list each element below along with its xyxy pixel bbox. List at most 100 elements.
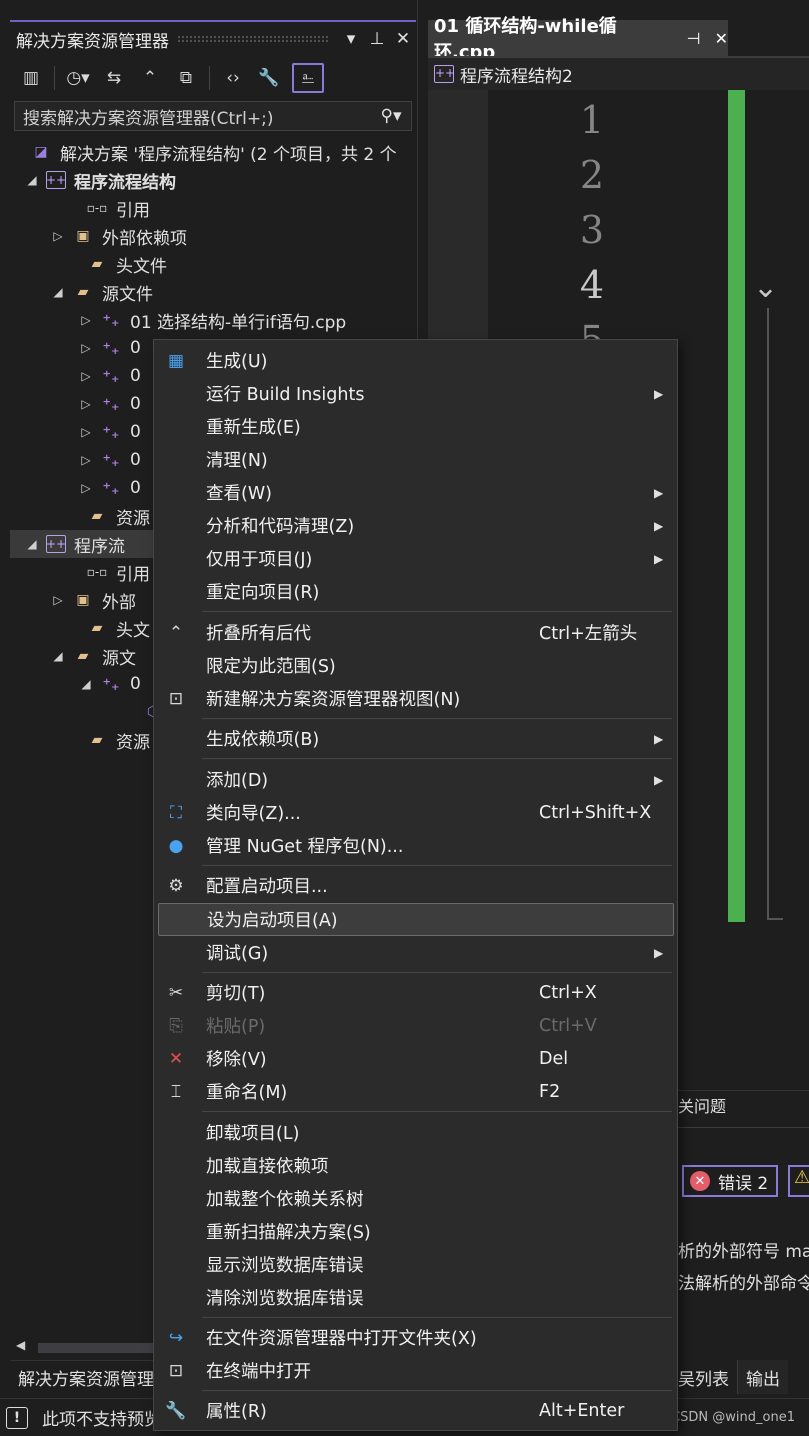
pin-icon[interactable]: ⊣ — [687, 29, 701, 48]
editor-tab[interactable]: 01 循环结构-while循环.cpp ⊣ ✕ — [428, 16, 728, 63]
nuget-icon: ● — [168, 835, 184, 856]
menu-item-project-only[interactable]: 仅用于项目(J) ▶ — [154, 542, 677, 575]
collapsed-arrow-icon[interactable]: ▷ — [78, 425, 94, 439]
search-icon[interactable]: ⚲▾ — [371, 106, 411, 126]
titlebar-grip[interactable] — [177, 35, 330, 43]
menu-item-build-dependencies[interactable]: 生成依赖项(B) ▶ — [154, 722, 677, 755]
bottom-tool-tabs: 吴列表 输出 — [678, 1360, 809, 1394]
switch-views-icon[interactable]: ▥ — [18, 63, 44, 93]
menu-item-load-direct-deps[interactable]: 加载直接依赖项 — [154, 1149, 677, 1182]
toolbar-separator — [209, 66, 210, 90]
pin-icon[interactable]: ⊥ — [364, 29, 390, 49]
collapsed-arrow-icon[interactable]: ▷ — [78, 369, 94, 383]
collapsed-arrow-icon[interactable]: ▷ — [78, 341, 94, 355]
tab-solution-explorer[interactable]: 解决方案资源管理 — [18, 1365, 154, 1390]
references-icon: ▫-▫ — [86, 201, 108, 215]
tree-item-label: 引用 — [116, 200, 150, 221]
menu-item-nuget[interactable]: ● 管理 NuGet 程序包(N)... — [154, 829, 677, 862]
collapsed-arrow-icon[interactable]: ▷ — [50, 229, 66, 243]
tree-item[interactable]: ▷ ▣ 外部依赖项 — [10, 222, 416, 250]
collapse-all-icon[interactable]: ⌃ — [137, 63, 163, 93]
tree-item-label: 0 — [130, 422, 141, 442]
menu-item-load-dep-tree[interactable]: 加载整个依赖关系树 — [154, 1182, 677, 1215]
menu-item-rename[interactable]: ⌶ 重命名(M) F2 — [154, 1075, 677, 1108]
menu-item-retarget[interactable]: 重定向项目(R) — [154, 575, 677, 608]
tab-output[interactable]: 输出 — [737, 1360, 788, 1394]
sync-icon[interactable]: ⇆ — [101, 63, 127, 93]
close-icon[interactable]: ✕ — [715, 29, 728, 48]
tree-item[interactable]: ▷ ⁺₊ 01 选择结构-单行if语句.cpp — [10, 306, 416, 334]
shortcut-label: Ctrl+左箭头 — [539, 624, 638, 644]
menu-separator — [202, 1317, 672, 1318]
cpp-project-icon: ++ — [45, 535, 67, 553]
expanded-arrow-icon[interactable]: ◢ — [78, 677, 94, 691]
menu-item-configure-startup[interactable]: ⚙ 配置启动项目... — [154, 869, 677, 902]
navigation-scope[interactable]: 程序流程结构2 — [460, 62, 573, 87]
menu-item-scope-to-this[interactable]: 限定为此范围(S) — [154, 649, 677, 682]
menu-item-open-in-explorer[interactable]: ↪ 在文件资源管理器中打开文件夹(X) — [154, 1321, 677, 1354]
tree-item[interactable]: ◢ ▰ 源文件 — [10, 278, 416, 306]
tree-item[interactable]: ▫-▫ 引用 — [10, 194, 416, 222]
menu-item-remove[interactable]: ✕ 移除(V) Del — [154, 1042, 677, 1075]
tree-project-node[interactable]: ◢ ++ 程序流程结构 — [10, 166, 416, 194]
code-view-icon[interactable]: ‹› — [220, 63, 246, 93]
dropdown-icon[interactable]: ▾ — [338, 29, 364, 49]
expanded-arrow-icon[interactable]: ◢ — [50, 649, 66, 663]
solution-explorer-search[interactable]: 搜索解决方案资源管理器(Ctrl+;) ⚲▾ — [14, 101, 412, 131]
fold-chevron-icon[interactable]: ⌄ — [753, 270, 778, 305]
menu-separator — [202, 1390, 672, 1391]
menu-item-open-in-terminal[interactable]: ⊡ 在终端中打开 — [154, 1354, 677, 1387]
error-row[interactable]: 法解析的外部命令 — [678, 1269, 809, 1294]
pending-changes-filter-icon[interactable]: ◷▾ — [65, 63, 91, 93]
menu-item-view[interactable]: 查看(W) ▶ — [154, 476, 677, 509]
scroll-left-icon[interactable]: ◀ — [16, 1338, 25, 1352]
collapsed-arrow-icon[interactable]: ▷ — [78, 313, 94, 327]
menu-item-set-startup-project[interactable]: 设为启动项目(A) — [158, 903, 674, 936]
menu-item-clear-browse-db-errors[interactable]: 清除浏览数据库错误 — [154, 1281, 677, 1314]
menu-item-collapse-all[interactable]: ⌃ 折叠所有后代 Ctrl+左箭头 — [154, 616, 677, 649]
copy-icon[interactable]: ⧉ — [173, 63, 199, 93]
menu-item-analyze[interactable]: 分析和代码清理(Z) ▶ — [154, 509, 677, 542]
menu-item-properties[interactable]: 🔧 属性(R) Alt+Enter — [154, 1394, 677, 1427]
error-row[interactable]: 析的外部符号 ma — [678, 1237, 809, 1262]
scissors-icon: ✂ — [168, 982, 184, 1003]
tree-solution-node[interactable]: ◪ 解决方案 '程序流程结构' (2 个项目，共 2 个 — [10, 138, 416, 166]
menu-item-class-wizard[interactable]: ⛶ 类向导(Z)... Ctrl+Shift+X — [154, 796, 677, 829]
menu-item-debug[interactable]: 调试(G) ▶ — [154, 936, 677, 969]
tab-error-list[interactable]: 吴列表 — [678, 1365, 729, 1390]
collapsed-arrow-icon[interactable]: ▷ — [78, 481, 94, 495]
menu-item-clean[interactable]: 清理(N) — [154, 443, 677, 476]
tree-item-label: 0 — [130, 674, 141, 694]
cpp-file-icon: ⁺₊ — [102, 422, 120, 442]
notification-icon[interactable]: ! — [6, 1406, 28, 1429]
error-filter-button[interactable]: ✕ 错误 2 — [682, 1165, 778, 1197]
menu-item-new-view[interactable]: ⊡ 新建解决方案资源管理器视图(N) — [154, 682, 677, 715]
expanded-arrow-icon[interactable]: ◢ — [24, 537, 40, 551]
preview-selected-icon[interactable]: ⎁ — [292, 63, 324, 93]
menu-item-add[interactable]: 添加(D) ▶ — [154, 763, 677, 796]
expanded-arrow-icon[interactable]: ◢ — [50, 285, 66, 299]
menu-item-paste[interactable]: ⎘ 粘贴(P) Ctrl+V — [154, 1009, 677, 1042]
menu-item-rescan-solution[interactable]: 重新扫描解决方案(S) — [154, 1215, 677, 1248]
properties-icon[interactable]: 🔧 — [256, 63, 282, 93]
collapsed-arrow-icon[interactable]: ▷ — [50, 593, 66, 607]
menu-item-cut[interactable]: ✂ 剪切(T) Ctrl+X — [154, 976, 677, 1009]
menu-item-rebuild[interactable]: 重新生成(E) — [154, 410, 677, 443]
tree-item-label: 程序流 — [74, 536, 125, 557]
menu-item-build[interactable]: ▦ 生成(U) — [154, 344, 677, 377]
warning-filter-button[interactable]: ⚠ — [788, 1165, 809, 1197]
expanded-arrow-icon[interactable]: ◢ — [24, 173, 40, 187]
menu-item-unload-project[interactable]: 卸载项目(L) — [154, 1116, 677, 1149]
collapsed-arrow-icon[interactable]: ▷ — [78, 397, 94, 411]
search-input[interactable]: 搜索解决方案资源管理器(Ctrl+;) — [23, 104, 273, 129]
shortcut-label: Alt+Enter — [539, 1400, 625, 1421]
tree-item[interactable]: ▰ 头文件 — [10, 250, 416, 278]
shortcut-label: Del — [539, 1048, 569, 1069]
cpp-file-icon: ⁺₊ — [102, 338, 120, 358]
menu-item-build-insights[interactable]: 运行 Build Insights ▶ — [154, 377, 677, 410]
menu-item-show-browse-db-errors[interactable]: 显示浏览数据库错误 — [154, 1248, 677, 1281]
close-icon[interactable]: ✕ — [390, 29, 416, 49]
collapsed-arrow-icon[interactable]: ▷ — [78, 453, 94, 467]
navigation-bar[interactable]: ++ 程序流程结构2 — [428, 58, 809, 90]
submenu-arrow-icon: ▶ — [654, 945, 664, 960]
